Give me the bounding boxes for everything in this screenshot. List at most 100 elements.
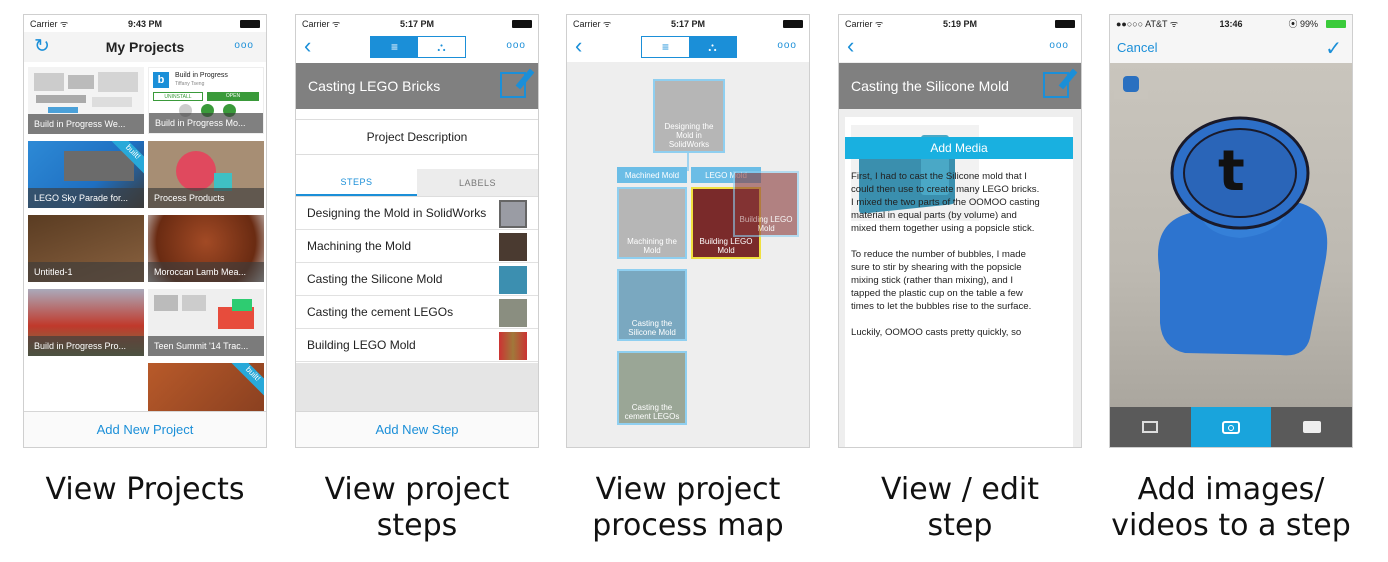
step-row[interactable]: Machining the Mold bbox=[296, 230, 538, 263]
step-thumbnail bbox=[499, 200, 527, 228]
caption-process-map: View project process map bbox=[566, 472, 810, 544]
project-label: Untitled-1 bbox=[28, 262, 144, 282]
step-thumbnail bbox=[499, 332, 527, 360]
map-view-icon[interactable]: ⛬ bbox=[418, 37, 465, 57]
tab-labels[interactable]: LABELS bbox=[417, 169, 538, 196]
more-icon[interactable]: ooo bbox=[1049, 40, 1069, 51]
step-description[interactable]: First, I had to cast the Silicone mold t… bbox=[851, 170, 1073, 339]
lego-image bbox=[64, 151, 134, 181]
object-photo bbox=[1158, 116, 1328, 356]
more-icon[interactable]: ooo bbox=[777, 40, 797, 51]
list-view-icon[interactable]: ≡ bbox=[371, 37, 418, 57]
project-description-button[interactable]: Project Description bbox=[296, 119, 538, 155]
project-tile[interactable]: Build in Progress Pro... bbox=[28, 289, 144, 356]
lane-label: Machined Mold bbox=[617, 167, 687, 183]
cancel-button[interactable]: Cancel bbox=[1117, 40, 1157, 55]
gallery-mode-button[interactable] bbox=[1110, 407, 1191, 447]
uninstall-button[interactable]: UNINSTALL bbox=[153, 92, 203, 101]
list-view-icon[interactable]: ≡ bbox=[642, 37, 689, 57]
video-camera-icon bbox=[1302, 421, 1321, 433]
step-row[interactable]: Designing the Mold in SolidWorks bbox=[296, 197, 538, 230]
status-bar: Carrier ᯤ 9:43 PM bbox=[24, 15, 266, 32]
project-tile[interactable]: Process Products bbox=[148, 141, 264, 208]
back-icon[interactable]: ‹ bbox=[304, 35, 311, 57]
clock: 9:43 PM bbox=[127, 18, 162, 29]
project-tile[interactable]: Untitled-1 bbox=[28, 215, 144, 282]
add-new-project-button[interactable]: Add New Project bbox=[24, 411, 266, 447]
tab-steps[interactable]: STEPS bbox=[296, 169, 417, 196]
add-new-step-button[interactable]: Add New Step bbox=[296, 411, 538, 447]
map-node-dragging[interactable]: Building LEGO Mold bbox=[733, 171, 799, 237]
project-tile[interactable]: built! bbox=[148, 363, 264, 413]
project-header: Casting LEGO Bricks bbox=[296, 63, 538, 109]
view-toggle: ≡ ⛬ bbox=[370, 36, 466, 58]
project-tile[interactable]: b Build in Progress Tiffany Tseng UNINST… bbox=[148, 67, 264, 134]
caption-line: View project bbox=[595, 472, 781, 507]
step-row[interactable]: Casting the Silicone Mold bbox=[296, 263, 538, 296]
caption-edit-step: View / edit step bbox=[838, 472, 1082, 544]
map-node[interactable]: Casting the cement LEGOs bbox=[617, 351, 687, 425]
video-mode-button[interactable] bbox=[1271, 407, 1352, 447]
map-node-label: Building LEGO Mold bbox=[699, 237, 753, 255]
app-logo-icon: b bbox=[153, 72, 169, 88]
project-tile[interactable]: Moroccan Lamb Mea... bbox=[148, 215, 264, 282]
map-node[interactable]: Machining the Mold bbox=[617, 187, 687, 259]
open-button[interactable]: OPEN bbox=[207, 92, 259, 101]
more-icon[interactable]: ooo bbox=[234, 40, 254, 51]
screen-edit-step: Carrier ᯤ 5:19 PM ‹ ooo Casting the Sili… bbox=[838, 14, 1082, 448]
map-view-icon[interactable]: ⛬ bbox=[689, 37, 736, 57]
project-label: Teen Summit '14 Trac... bbox=[148, 336, 264, 356]
screen-process-map: Carrier ᯤ 5:17 PM ‹ ≡ ⛬ ooo Designing th… bbox=[566, 14, 810, 448]
project-title: Casting LEGO Bricks bbox=[308, 78, 441, 94]
back-icon[interactable]: ‹ bbox=[847, 35, 854, 57]
edit-icon[interactable] bbox=[1043, 72, 1069, 98]
map-connector bbox=[687, 151, 689, 171]
step-thumbnail bbox=[499, 266, 527, 294]
camera-viewfinder[interactable]: t bbox=[1110, 63, 1352, 409]
image-icon bbox=[1142, 421, 1159, 433]
done-check-icon[interactable]: ✓ bbox=[1325, 36, 1342, 61]
screen-project-steps: Carrier ᯤ 5:17 PM ‹ ≡ ⛬ ooo Casting LEGO… bbox=[295, 14, 539, 448]
caption-line: step bbox=[927, 508, 993, 543]
more-icon[interactable]: ooo bbox=[506, 40, 526, 51]
project-tile[interactable]: Teen Summit '14 Trac... bbox=[148, 289, 264, 356]
battery-icon bbox=[1055, 20, 1075, 28]
project-label: Build in Progress Pro... bbox=[28, 336, 144, 356]
map-node-label: Designing the Mold in SolidWorks bbox=[664, 122, 714, 149]
camera-icon bbox=[1222, 420, 1240, 434]
step-title: Casting the Silicone Mold bbox=[307, 272, 443, 286]
caption-line: View / edit bbox=[881, 472, 1039, 507]
project-tile[interactable]: Build in Progress We... bbox=[28, 67, 144, 134]
step-title: Machining the Mold bbox=[307, 239, 412, 253]
built-ribbon: built! bbox=[229, 363, 264, 398]
view-toggle: ≡ ⛬ bbox=[641, 36, 737, 58]
camera-top-bar: Cancel ✓ bbox=[1110, 32, 1352, 64]
map-node-label: Casting the cement LEGOs bbox=[624, 403, 680, 421]
caption-line: process map bbox=[592, 508, 784, 543]
battery-percent: ⦿ 99% bbox=[1288, 19, 1318, 29]
battery-icon bbox=[783, 20, 803, 28]
project-label: LEGO Sky Parade for... bbox=[28, 188, 144, 208]
project-label: Moroccan Lamb Mea... bbox=[148, 262, 264, 282]
screen-view-projects: Carrier ᯤ 9:43 PM ↻ My Projects ooo Buil… bbox=[23, 14, 267, 448]
edit-icon[interactable] bbox=[500, 72, 526, 98]
caption-line: View project bbox=[324, 472, 510, 507]
map-node[interactable]: Designing the Mold in SolidWorks bbox=[653, 79, 725, 153]
step-title: Designing the Mold in SolidWorks bbox=[307, 206, 487, 220]
screen-add-media: ●●○○○ AT&T ᯤ 13:46 ⦿ 99% Cancel ✓ t bbox=[1109, 14, 1353, 448]
step-row[interactable]: Building LEGO Mold bbox=[296, 329, 538, 362]
nav-bar: ‹ ≡ ⛬ ooo bbox=[296, 32, 538, 62]
step-title: Casting the Silicone Mold bbox=[851, 78, 1009, 94]
back-icon[interactable]: ‹ bbox=[575, 35, 582, 57]
caption-line: videos to a step bbox=[1111, 508, 1351, 543]
add-media-button[interactable]: Add Media bbox=[845, 137, 1073, 159]
stamp-letter-t: t bbox=[1218, 139, 1245, 204]
map-node[interactable]: Casting the Silicone Mold bbox=[617, 269, 687, 341]
clock: 5:17 PM bbox=[670, 18, 705, 29]
step-row[interactable]: Casting the cement LEGOs bbox=[296, 296, 538, 329]
caption-add-media: Add images/ videos to a step bbox=[1109, 472, 1353, 544]
product-image bbox=[176, 151, 216, 191]
promo-author: Tiffany Tseng bbox=[175, 81, 205, 87]
photo-mode-button[interactable] bbox=[1190, 407, 1272, 447]
project-tile[interactable]: built! LEGO Sky Parade for... bbox=[28, 141, 144, 208]
